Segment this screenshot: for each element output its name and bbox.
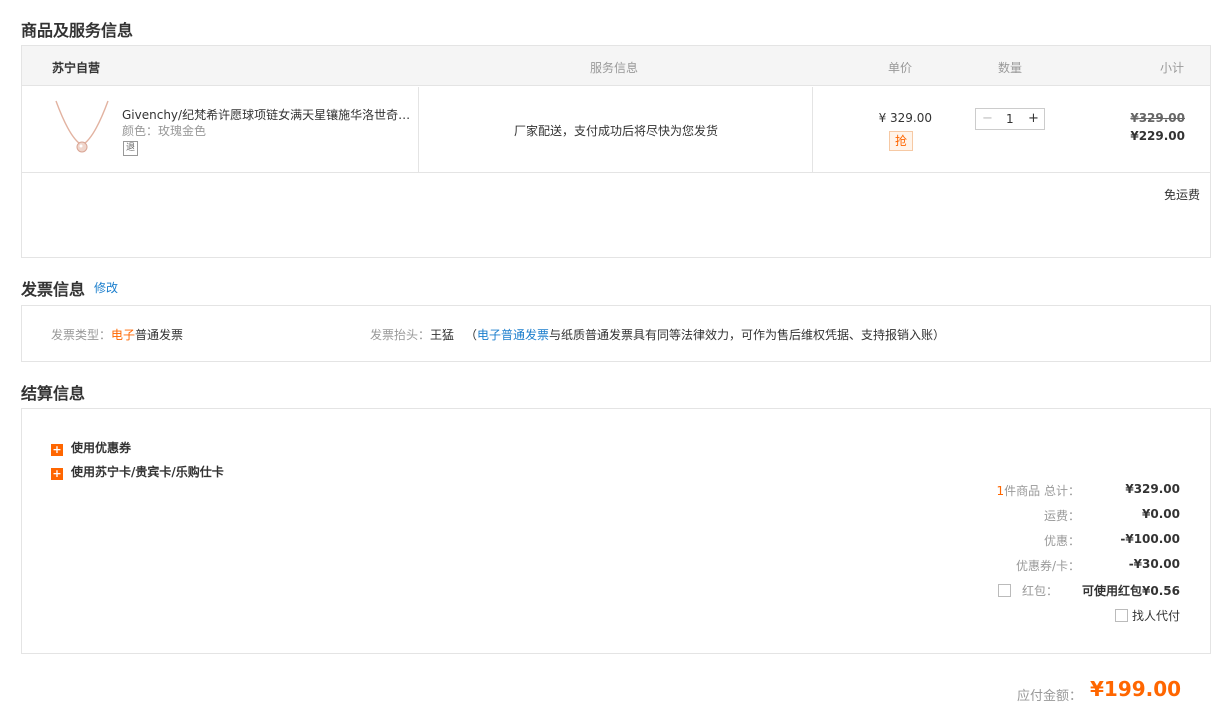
goods-total: ¥329.00 [1125, 482, 1180, 496]
redpack-checkbox[interactable] [997, 584, 1011, 597]
product-color: 颜色：玫瑰金色 [122, 122, 206, 139]
expand-plus-icon: + [51, 467, 63, 480]
invoice-type-value: 普通发票 [135, 328, 184, 342]
use-card-toggle[interactable]: + 使用苏宁卡/贵宾卡/乐购仕卡 [51, 463, 224, 480]
invoice-title-value: 王猛 [430, 328, 455, 342]
color-value: 玫瑰金色 [158, 124, 207, 138]
expand-plus-icon: + [51, 443, 63, 456]
invoice-type-highlight: 电子 [111, 328, 136, 342]
proxy-pay-option[interactable]: 找人代付 [1115, 607, 1180, 624]
invoice-title-label: 发票抬头： [370, 328, 431, 342]
coupon-value: -¥30.00 [1128, 557, 1180, 571]
use-coupon-label: 使用优惠券 [71, 441, 132, 455]
discount-value: -¥100.00 [1120, 532, 1180, 546]
use-card-label: 使用苏宁卡/贵宾卡/乐购仕卡 [71, 465, 224, 479]
product-thumbnail[interactable] [50, 99, 114, 159]
payable-amount: ¥199.00 [1090, 677, 1182, 701]
redpack-label: 红包： [997, 582, 1058, 599]
freight-label: 运费： [1043, 509, 1080, 523]
color-label: 颜色： [122, 124, 159, 138]
invoice-type-label: 发票类型： [51, 328, 112, 342]
goods-box: 苏宁自营 服务信息 单价 数量 小计 Givenchy/纪梵希许愿球项链女满天星… [21, 45, 1211, 258]
freight-value: ¥0.00 [1142, 507, 1180, 521]
invoice-title: 发票抬头：王猛 [370, 326, 454, 343]
coupon-label: 优惠券/卡： [1015, 559, 1080, 573]
invoice-section-title: 发票信息 [21, 280, 86, 299]
invoice-edit-link[interactable]: 修改 [94, 279, 118, 296]
discount-label: 优惠： [1043, 534, 1080, 548]
invoice-note: （电子普通发票与纸质普通发票具有同等法律效力，可作为售后维权凭据、支持报销入账） [465, 326, 945, 343]
invoice-note-text: 与纸质普通发票具有同等法律效力，可作为售后维权凭据、支持报销入账） [549, 328, 946, 342]
return-icon: 退 [123, 141, 138, 156]
plus-icon[interactable]: + [1028, 111, 1039, 126]
item-count-label: 1件商品 总计： [996, 484, 1080, 498]
invoice-type: 发票类型：电子普通发票 [51, 326, 183, 343]
store-name: 苏宁自营 [52, 61, 101, 75]
original-subtotal: ¥329.00 [1130, 111, 1185, 125]
table-row: Givenchy/纪梵希许愿球项链女满天星镶施华洛世奇元素水晶吊坠 颜色：玫瑰金… [22, 87, 1210, 173]
redpack-value: 可使用红包¥0.56 [1082, 584, 1180, 598]
header-quantity: 数量 [998, 61, 1023, 75]
invoice-note-open: （ [465, 328, 478, 342]
e-invoice-link[interactable]: 电子普通发票 [477, 328, 549, 342]
goods-table-header: 苏宁自营 服务信息 单价 数量 小计 [22, 46, 1210, 86]
use-coupon-toggle[interactable]: + 使用优惠券 [51, 439, 131, 456]
unit-price: ¥ 329.00 [878, 111, 932, 125]
goods-section-title: 商品及服务信息 [21, 21, 134, 40]
proxy-pay-checkbox[interactable] [1115, 609, 1129, 622]
header-unit-price: 单价 [888, 61, 913, 75]
service-info: 厂家配送，支付成功后将尽快为您发货 [513, 124, 718, 138]
payable-label: 应付金额： [1017, 689, 1083, 704]
settle-box: + 使用优惠券 + 使用苏宁卡/贵宾卡/乐购仕卡 1件商品 总计： ¥329.00 … [21, 408, 1211, 654]
quantity-stepper: − 1 + [975, 108, 1045, 130]
header-subtotal: 小计 [1160, 61, 1185, 75]
subtotal: ¥229.00 [1130, 129, 1185, 143]
minus-icon[interactable]: − [982, 111, 993, 126]
settle-section-title: 结算信息 [21, 384, 86, 403]
product-name-link[interactable]: Givenchy/纪梵希许愿球项链女满天星镶施华洛世奇元素水晶吊坠 [122, 106, 412, 123]
divider [812, 87, 813, 173]
shipping-note: 免运费 [1163, 188, 1200, 202]
invoice-box: 发票类型：电子普通发票 发票抬头：王猛 （电子普通发票与纸质普通发票具有同等法律… [21, 305, 1211, 362]
flash-sale-badge: 抢 [889, 131, 913, 151]
quantity-input[interactable]: 1 [1006, 112, 1014, 126]
header-service: 服务信息 [590, 61, 639, 75]
proxy-pay-label: 找人代付 [1131, 609, 1180, 623]
